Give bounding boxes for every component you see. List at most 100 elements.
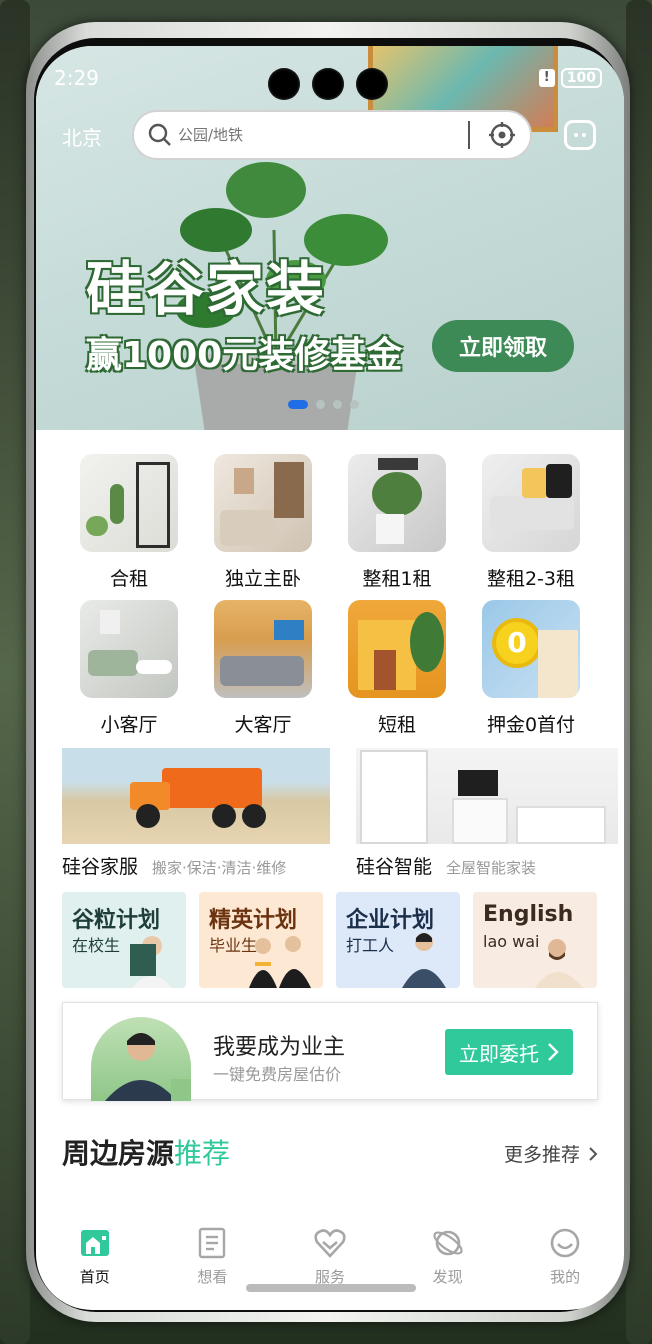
tab-want-to-see[interactable]: 想看 bbox=[154, 1222, 272, 1310]
plan-subtitle: 打工人 bbox=[346, 936, 395, 955]
tab-label: 发现 bbox=[432, 1268, 463, 1286]
claim-now-button[interactable]: 立即领取 bbox=[432, 320, 574, 372]
tab-label: 我的 bbox=[550, 1268, 581, 1286]
service-desc: 全屋智能家装 bbox=[446, 859, 537, 877]
page-dot[interactable] bbox=[350, 400, 359, 409]
toy-truck-image bbox=[62, 748, 330, 844]
heart-hands-icon bbox=[313, 1226, 347, 1260]
category-small-living-room[interactable]: 小客厅 bbox=[62, 600, 196, 737]
camera-lens bbox=[268, 68, 300, 100]
search-divider bbox=[468, 121, 470, 149]
category-whole-rent-2-3[interactable]: 整租2-3租 bbox=[464, 454, 598, 591]
category-shared-rent[interactable]: 合租 bbox=[62, 454, 196, 591]
banner-title: 硅谷家装 bbox=[86, 255, 327, 323]
category-label: 整租1租 bbox=[362, 568, 432, 590]
category-large-living-room[interactable]: 大客厅 bbox=[196, 600, 330, 737]
tab-label: 首页 bbox=[79, 1268, 110, 1286]
category-label: 小客厅 bbox=[100, 714, 158, 736]
category-label: 独立主卧 bbox=[224, 568, 301, 590]
category-label: 短租 bbox=[377, 714, 416, 736]
camera-lens bbox=[312, 68, 344, 100]
student-figure-image bbox=[130, 936, 172, 988]
category-label: 大客厅 bbox=[234, 714, 292, 736]
owner-avatar bbox=[91, 1017, 191, 1101]
home-icon bbox=[78, 1226, 112, 1260]
category-whole-rent-1[interactable]: 整租1租 bbox=[330, 454, 464, 591]
tab-label: 想看 bbox=[197, 1268, 228, 1286]
smiley-icon bbox=[548, 1226, 582, 1260]
banner-subtitle: 赢1000元装修基金 bbox=[86, 335, 403, 376]
banner-page-indicator bbox=[288, 400, 359, 409]
plan-title: English bbox=[483, 902, 574, 927]
plan-card-grain[interactable]: 谷粒计划 在校生 bbox=[62, 892, 186, 988]
service-card-smart-home[interactable]: 硅谷智能 全屋智能家装 bbox=[356, 748, 618, 879]
short-rent-photo bbox=[348, 600, 446, 698]
chevron-right-icon bbox=[548, 1043, 559, 1061]
search-bar[interactable] bbox=[132, 110, 532, 160]
owner-card-subtitle: 一键免费房屋估价 bbox=[213, 1065, 342, 1084]
plan-card-elite[interactable]: 精英计划 毕业生 bbox=[199, 892, 323, 988]
category-zero-deposit[interactable]: 0 押金0首付 bbox=[464, 600, 598, 737]
location-target-icon[interactable] bbox=[488, 121, 516, 149]
tab-home[interactable]: 首页 bbox=[36, 1222, 154, 1310]
document-icon bbox=[195, 1226, 229, 1260]
battery-indicator: 100 bbox=[560, 68, 602, 88]
service-desc: 搬家·保洁·清洁·维修 bbox=[152, 859, 287, 877]
section-title-accent: 推荐 bbox=[174, 1137, 231, 1170]
foreigner-figure-image bbox=[535, 939, 583, 988]
plan-card-enterprise[interactable]: 企业计划 打工人 bbox=[336, 892, 460, 988]
phone-frame: 硅谷家装 赢1000元装修基金 立即领取 2:29 ! 100 北京 公园/地铁… bbox=[26, 22, 630, 1322]
search-icon bbox=[148, 123, 171, 146]
service-title: 硅谷智能 bbox=[356, 856, 433, 878]
page-dot[interactable] bbox=[333, 400, 342, 409]
status-indicators: ! 100 bbox=[538, 68, 602, 88]
chevron-right-icon bbox=[589, 1146, 598, 1161]
page-dot[interactable] bbox=[316, 400, 325, 409]
category-short-rent[interactable]: 短租 bbox=[330, 600, 464, 737]
camera-cutout bbox=[268, 68, 388, 100]
entrust-now-button[interactable]: 立即委托 bbox=[445, 1029, 573, 1075]
tab-profile[interactable]: 我的 bbox=[506, 1222, 624, 1310]
shared-rent-photo bbox=[80, 454, 178, 552]
tab-services[interactable]: 服务 bbox=[271, 1222, 389, 1310]
plan-title: 精英计划 bbox=[209, 908, 298, 933]
home-indicator[interactable] bbox=[246, 1284, 416, 1292]
alert-icon: ! bbox=[538, 69, 555, 87]
entrust-button-label: 立即委托 bbox=[459, 1041, 539, 1066]
camera-lens bbox=[356, 68, 388, 100]
plan-cards: 谷粒计划 在校生 精英计划 毕业生 企业计划 打工人 English lao w… bbox=[62, 892, 597, 988]
city-selector[interactable]: 北京 bbox=[62, 122, 102, 151]
section-title-main: 周边房源 bbox=[62, 1137, 175, 1170]
message-icon[interactable] bbox=[564, 120, 596, 150]
category-master-bedroom[interactable]: 独立主卧 bbox=[196, 454, 330, 591]
service-card-home-services[interactable]: 硅谷家服 搬家·保洁·清洁·维修 bbox=[62, 748, 330, 879]
worker-figure-image bbox=[402, 933, 446, 988]
whole-rent-2-3-photo bbox=[482, 454, 580, 552]
large-living-room-photo bbox=[214, 600, 312, 698]
whole-rent-1-photo bbox=[348, 454, 446, 552]
category-label: 押金0首付 bbox=[486, 714, 576, 736]
nearby-listings-title: 周边房源推荐 bbox=[62, 1132, 230, 1172]
status-time: 2:29 bbox=[54, 66, 99, 90]
zero-deposit-photo: 0 bbox=[482, 600, 580, 698]
more-recommendations-link[interactable]: 更多推荐 bbox=[504, 1140, 598, 1167]
graduates-figure-image bbox=[249, 936, 311, 988]
smart-room-image bbox=[356, 748, 618, 844]
service-title: 硅谷家服 bbox=[62, 856, 139, 878]
search-input[interactable] bbox=[178, 126, 448, 144]
category-label: 合租 bbox=[109, 568, 148, 590]
page-dot[interactable] bbox=[288, 400, 308, 409]
plan-subtitle: 在校生 bbox=[72, 936, 121, 955]
category-label: 整租2-3租 bbox=[486, 568, 576, 590]
plan-card-english[interactable]: English lao wai bbox=[473, 892, 597, 988]
tab-discover[interactable]: 发现 bbox=[389, 1222, 507, 1310]
master-bedroom-photo bbox=[214, 454, 312, 552]
more-label: 更多推荐 bbox=[503, 1144, 580, 1166]
owner-card-title: 我要成为业主 bbox=[213, 1035, 346, 1060]
become-owner-card[interactable]: 我要成为业主 一键免费房屋估价 立即委托 bbox=[62, 1002, 598, 1101]
app-screen: 硅谷家装 赢1000元装修基金 立即领取 2:29 ! 100 北京 公园/地铁… bbox=[36, 46, 624, 1310]
small-living-room-photo bbox=[80, 600, 178, 698]
bottom-tab-bar: 首页 想看 服务 发现 我的 bbox=[36, 1222, 624, 1310]
planet-icon bbox=[431, 1226, 465, 1260]
promo-banner[interactable]: 硅谷家装 赢1000元装修基金 立即领取 2:29 ! 100 北京 bbox=[36, 46, 624, 430]
